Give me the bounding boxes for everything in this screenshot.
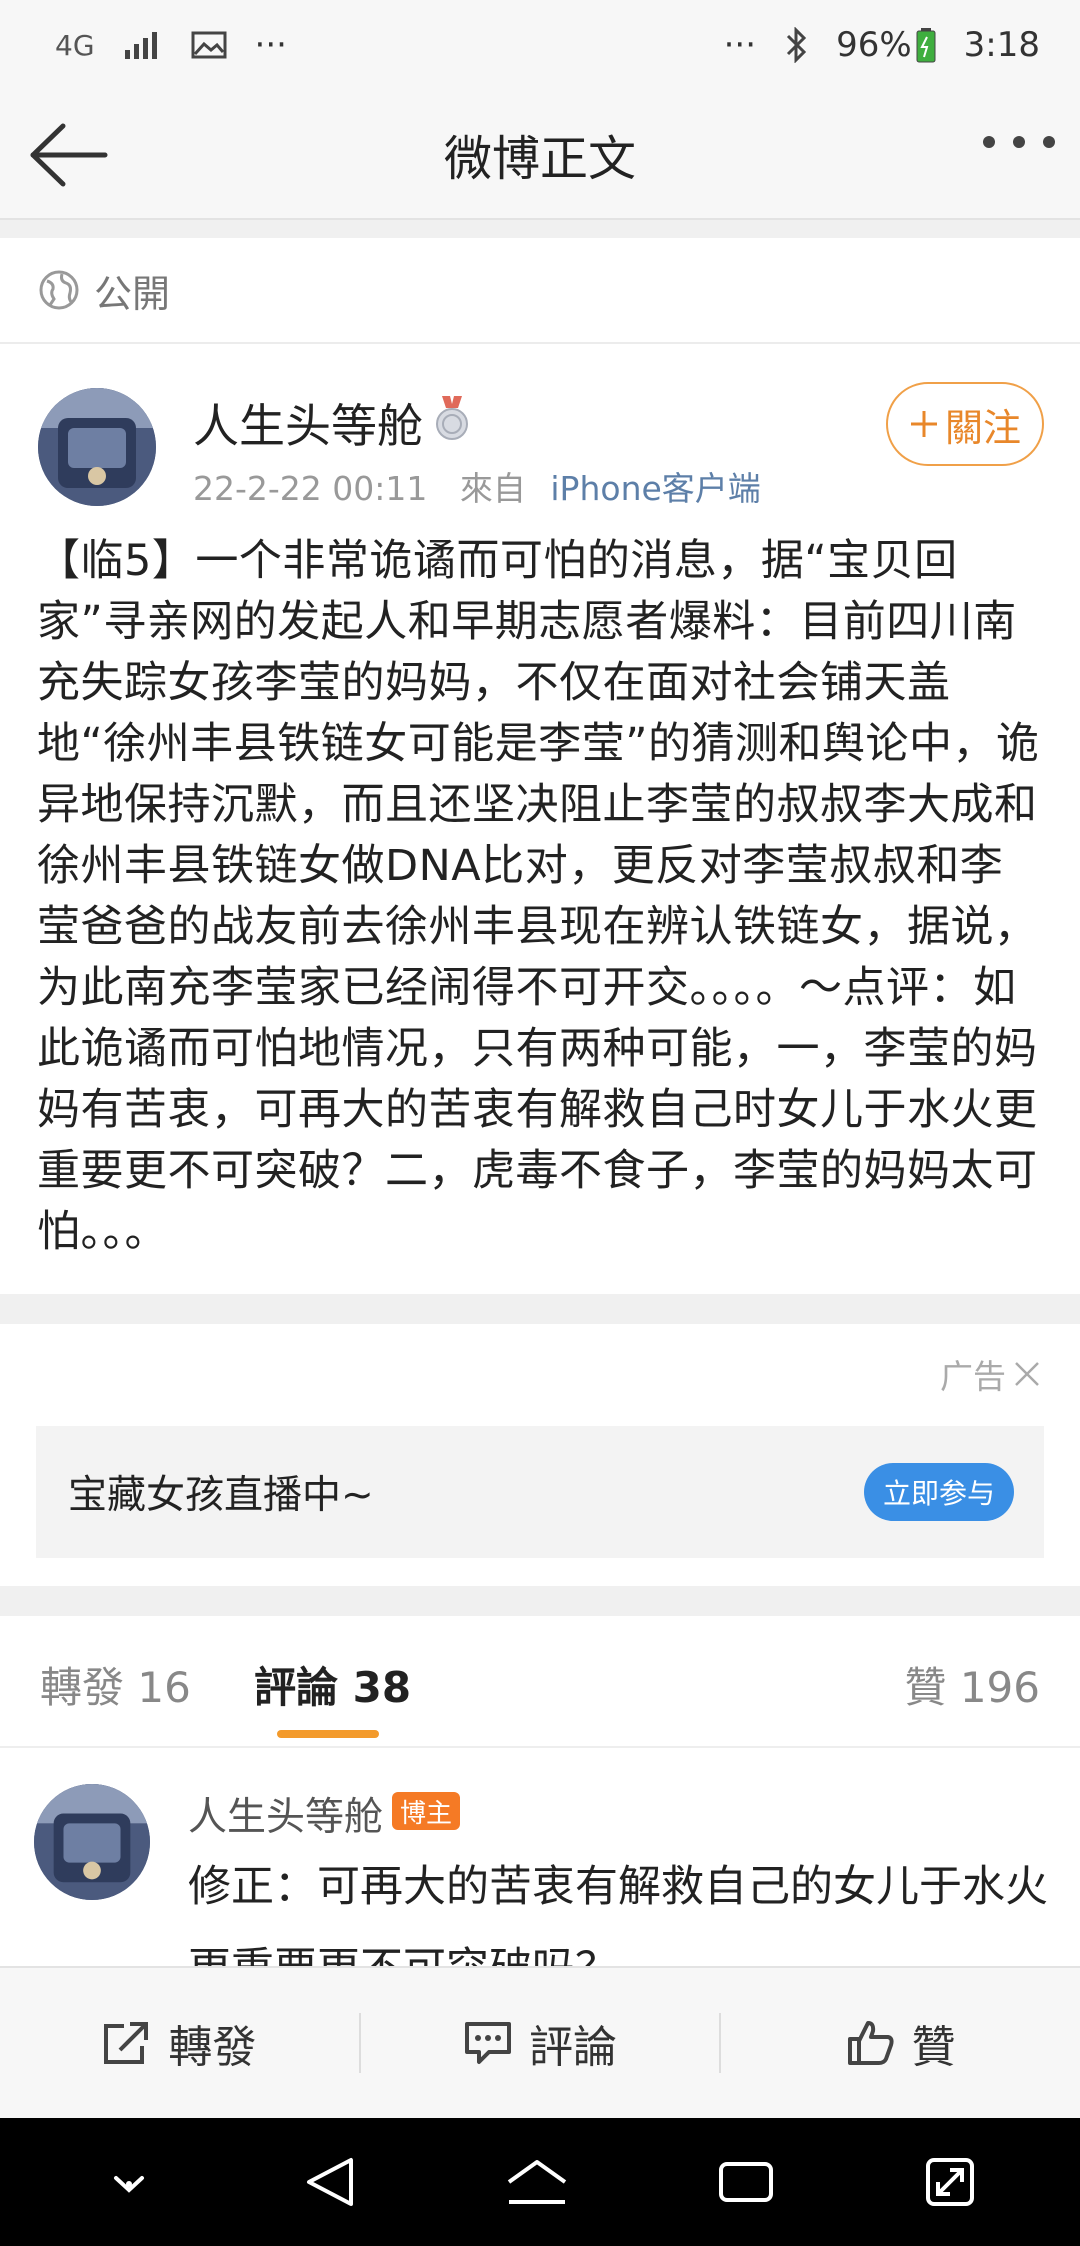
tab-reposts[interactable]: 轉發 16	[40, 1654, 191, 1715]
commenter-avatar[interactable]	[34, 1784, 150, 1900]
tab-likes[interactable]: 贊 196	[904, 1654, 1040, 1715]
battery-icon	[916, 28, 936, 63]
tab-indicator	[277, 1730, 379, 1738]
divider	[0, 1294, 1080, 1324]
repost-button[interactable]: 轉發	[0, 1968, 359, 2118]
author-avatar[interactable]	[38, 388, 156, 506]
action-bar: 轉發 評論 贊	[0, 1966, 1080, 2118]
share-icon	[104, 2022, 149, 2064]
post-time: 22-2-22 00:11	[193, 469, 428, 508]
bluetooth-icon	[787, 27, 807, 63]
post: 人生头等舱 22-2-22 00:11 來自 iPhone客户端 關注 【临5】…	[0, 346, 1080, 1294]
comment-label: 評論	[529, 2022, 617, 2073]
expand-icon[interactable]	[924, 2156, 976, 2208]
more-dots-icon[interactable]	[983, 136, 1055, 148]
image-icon	[191, 31, 227, 59]
comment-button[interactable]: 評論	[361, 1968, 720, 2118]
medal-icon	[436, 396, 468, 440]
like-button[interactable]: 贊	[721, 1968, 1080, 2118]
visibility-row: 公開	[0, 238, 1080, 344]
clock: 3:18	[963, 25, 1040, 65]
tab-comments[interactable]: 評論 38	[254, 1654, 411, 1715]
post-text: 【临5】一个非常诡谲而可怕的消息，据“宝贝回家”寻亲网的发起人和早期志愿者爆料：…	[37, 536, 1040, 1257]
home-icon[interactable]	[505, 2156, 569, 2208]
comment-item: 人生头等舱 博主 修正：可再大的苦衷有解救自己的女儿于水火更重要更不可突破吗？	[0, 1748, 1080, 1968]
ad-section: 广告 宝藏女孩直播中~ 立即参与	[0, 1324, 1080, 1586]
author-badge: 博主	[392, 1792, 461, 1830]
page-title: 微博正文	[443, 131, 636, 187]
system-navigation-bar	[0, 2118, 1080, 2246]
repost-label: 轉發	[168, 2022, 257, 2073]
status-bar: 4G ··· ··· 96% 3:18	[0, 0, 1080, 90]
divider	[0, 220, 1080, 238]
post-source[interactable]: iPhone客户端	[550, 469, 760, 508]
visibility-label: 公開	[94, 271, 171, 316]
post-from-prefix: 來自	[459, 469, 526, 508]
ad-card[interactable]: 宝藏女孩直播中~ 立即参与	[36, 1426, 1044, 1558]
ad-label-text: 广告	[940, 1357, 1006, 1396]
follow-label: 關注	[944, 405, 1021, 450]
status-overflow-right: ···	[723, 25, 757, 65]
navigation-bar: 微博正文	[0, 90, 1080, 220]
divider	[0, 1586, 1080, 1616]
commenter-name[interactable]: 人生头等舱	[188, 1786, 383, 1842]
comment-text: 修正：可再大的苦衷有解救自己的女儿于水火更重要更不可突破吗？	[188, 1862, 1048, 1968]
network-type: 4G	[55, 28, 95, 62]
signal-icon	[124, 32, 157, 59]
ad-label: 广告	[940, 1350, 1042, 1398]
interaction-tabs: 轉發 16 評論 38 贊 196	[0, 1616, 1080, 1748]
chevron-down-icon[interactable]	[104, 2162, 154, 2202]
ad-join-button[interactable]: 立即参与	[864, 1463, 1014, 1521]
author-name[interactable]: 人生头等舱	[193, 390, 423, 456]
close-icon[interactable]	[1012, 1359, 1042, 1389]
globe-icon	[39, 270, 79, 310]
back-triangle-icon[interactable]	[303, 2154, 357, 2210]
post-meta: 22-2-22 00:11 來自 iPhone客户端	[193, 462, 761, 510]
arrow-left-icon[interactable]	[25, 112, 115, 198]
like-label: 贊	[911, 2022, 956, 2073]
status-overflow-left: ···	[254, 25, 287, 65]
thumbs-up-icon	[847, 2021, 894, 2065]
ad-text: 宝藏女孩直播中~	[68, 1473, 374, 1518]
recent-apps-icon[interactable]	[717, 2158, 775, 2206]
follow-button[interactable]: 關注	[886, 382, 1044, 466]
battery-percent: 96%	[836, 25, 912, 65]
comment-icon	[465, 2022, 511, 2064]
plus-icon	[910, 411, 937, 437]
